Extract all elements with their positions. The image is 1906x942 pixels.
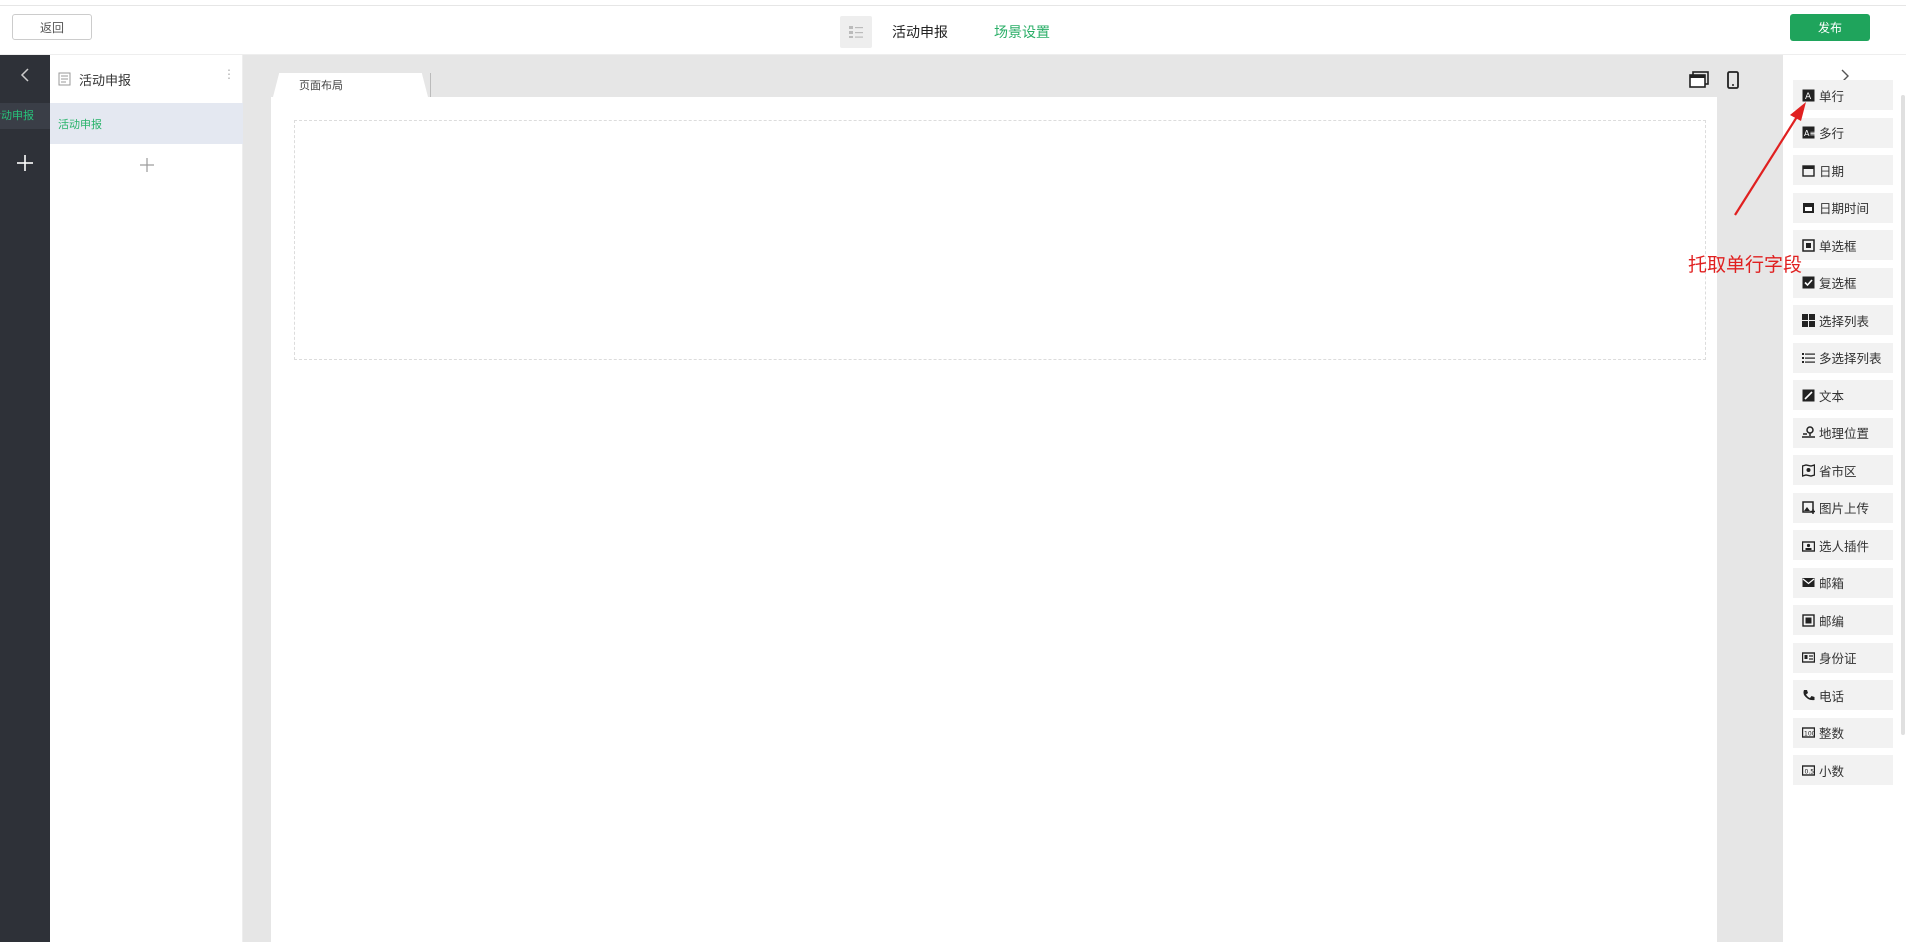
field-palette-item[interactable]: 0.5 小数 xyxy=(1793,755,1893,785)
map-icon xyxy=(1801,463,1815,477)
svg-text:100: 100 xyxy=(1804,731,1815,738)
field-palette-item[interactable]: 邮箱 xyxy=(1793,567,1893,598)
field-palette-item[interactable]: 文本 xyxy=(1793,380,1893,410)
sidebar-item-activity-report[interactable]: 活动申报 xyxy=(0,103,50,129)
pages-panel-title: 活动申报 xyxy=(79,73,132,89)
field-palette-label: 地理位置 xyxy=(1819,426,1870,441)
field-palette-item[interactable]: 选择列表 xyxy=(1793,305,1893,335)
svg-text:A: A xyxy=(1805,92,1812,102)
tab-divider xyxy=(430,73,431,97)
form-icon xyxy=(58,72,71,86)
field-palette-item[interactable]: 100 整数 xyxy=(1793,717,1893,748)
field-palette-item[interactable]: 单选框 xyxy=(1793,230,1893,260)
more-options-icon[interactable]: ⋮ xyxy=(223,68,235,80)
multi-line-icon: A≡ xyxy=(1801,126,1815,140)
tab-activity-report[interactable]: 活动申报 xyxy=(892,22,948,42)
decimal-icon: 0.5 xyxy=(1801,763,1815,777)
single-line-icon: A xyxy=(1801,88,1815,102)
add-page-button[interactable] xyxy=(135,153,159,177)
tab-scene-settings[interactable]: 场景设置 xyxy=(994,22,1050,42)
svg-text:A≡: A≡ xyxy=(1804,129,1815,138)
field-palette-label: 单选框 xyxy=(1819,238,1857,254)
form-canvas xyxy=(271,97,1717,942)
field-palette-label: 文本 xyxy=(1819,388,1845,404)
design-canvas-area: 页面布局 xyxy=(243,55,1783,942)
field-palette-label: 邮箱 xyxy=(1819,576,1845,591)
annotation-label: 托取单行字段 xyxy=(1688,254,1803,276)
calendar-icon xyxy=(1801,163,1815,177)
field-palette-label: 单行 xyxy=(1819,88,1845,104)
radio-icon xyxy=(1801,238,1815,252)
plus-icon xyxy=(17,155,33,171)
add-form-button[interactable] xyxy=(0,143,50,183)
field-palette-label: 图片上传 xyxy=(1819,501,1870,516)
field-palette-label: 整数 xyxy=(1819,726,1845,741)
checkbox-icon xyxy=(1801,276,1815,290)
id-card-icon xyxy=(1801,651,1815,665)
image-upload-icon xyxy=(1801,501,1815,515)
field-palette-item[interactable]: 身份证 xyxy=(1793,642,1893,673)
mail-icon xyxy=(1801,576,1815,590)
grid-list-icon xyxy=(1801,313,1815,327)
edit-icon xyxy=(1801,388,1815,402)
field-palette-item[interactable]: A≡ 多行 xyxy=(1793,117,1893,148)
desktop-view-icon[interactable] xyxy=(1689,71,1709,89)
field-palette-label: 邮编 xyxy=(1819,613,1845,629)
collapse-sidebar-button[interactable] xyxy=(0,55,50,95)
datetime-icon xyxy=(1801,201,1815,215)
field-palette-label: 身份证 xyxy=(1819,651,1857,666)
field-palette-item[interactable]: 省市区 xyxy=(1793,455,1893,485)
mobile-view-icon[interactable] xyxy=(1727,71,1739,89)
field-palette-label: 多选择列表 xyxy=(1819,351,1882,366)
field-palette-item[interactable]: 地理位置 xyxy=(1793,417,1893,448)
publish-button[interactable]: 发布 xyxy=(1790,14,1870,41)
field-palette-item[interactable]: 日期 xyxy=(1793,155,1893,185)
svg-text:0.5: 0.5 xyxy=(1804,768,1814,775)
tab-page-layout[interactable]: 页面布局 xyxy=(273,73,428,97)
field-palette-label: 多行 xyxy=(1819,126,1845,141)
page-item-selected[interactable]: 活动申报 xyxy=(50,103,243,144)
field-palette-label: 复选框 xyxy=(1819,276,1857,291)
person-icon xyxy=(1801,538,1815,552)
field-palette-label: 日期 xyxy=(1819,163,1845,179)
field-palette-label: 电话 xyxy=(1819,688,1845,704)
phone-icon xyxy=(1801,688,1815,702)
window-chrome-strip xyxy=(0,0,1906,6)
pages-panel-header: 活动申报 ⋮ xyxy=(50,55,243,103)
field-palette-item[interactable]: 电话 xyxy=(1793,680,1893,710)
plus-icon xyxy=(140,158,154,172)
location-icon xyxy=(1801,426,1815,440)
field-palette-item[interactable]: 邮编 xyxy=(1793,605,1893,635)
field-palette-label: 选择列表 xyxy=(1819,313,1870,329)
integer-icon: 100 xyxy=(1801,726,1815,740)
field-palette-item[interactable]: 图片上传 xyxy=(1793,492,1893,523)
app-sidebar: 活动申报 xyxy=(0,55,50,942)
field-palette-label: 省市区 xyxy=(1819,463,1857,479)
field-drop-zone[interactable] xyxy=(294,120,1706,360)
back-button[interactable]: 返回 xyxy=(12,14,92,40)
field-palette-item[interactable]: 日期时间 xyxy=(1793,192,1893,223)
field-palette: A 单行 A≡ 多行日期日期时间单选框复选框选择列表多选择列表文本地理位置省市区图片上… xyxy=(1783,55,1906,942)
postcode-icon xyxy=(1801,613,1815,627)
device-switcher xyxy=(1689,71,1739,89)
list-icon xyxy=(1801,351,1815,365)
pages-panel: 活动申报 ⋮ 活动申报 xyxy=(50,55,243,942)
top-toolbar: 返回 活动申报 场景设置 发布 xyxy=(0,0,1906,55)
field-palette-item[interactable]: A 单行 xyxy=(1793,80,1893,110)
field-palette-item[interactable]: 多选择列表 xyxy=(1793,342,1893,373)
layout-toggle-button[interactable] xyxy=(840,16,872,48)
field-palette-item[interactable]: 选人插件 xyxy=(1793,530,1893,560)
field-palette-label: 日期时间 xyxy=(1819,201,1870,216)
chevron-left-icon xyxy=(20,68,29,82)
field-palette-item[interactable]: 复选框 xyxy=(1793,267,1893,298)
layout-list-icon xyxy=(849,26,863,38)
palette-scrollbar[interactable] xyxy=(1901,95,1905,735)
sidebar-item-label: 活动申报 xyxy=(0,109,34,122)
field-palette-label: 选人插件 xyxy=(1819,538,1870,554)
field-palette-label: 小数 xyxy=(1819,763,1845,779)
